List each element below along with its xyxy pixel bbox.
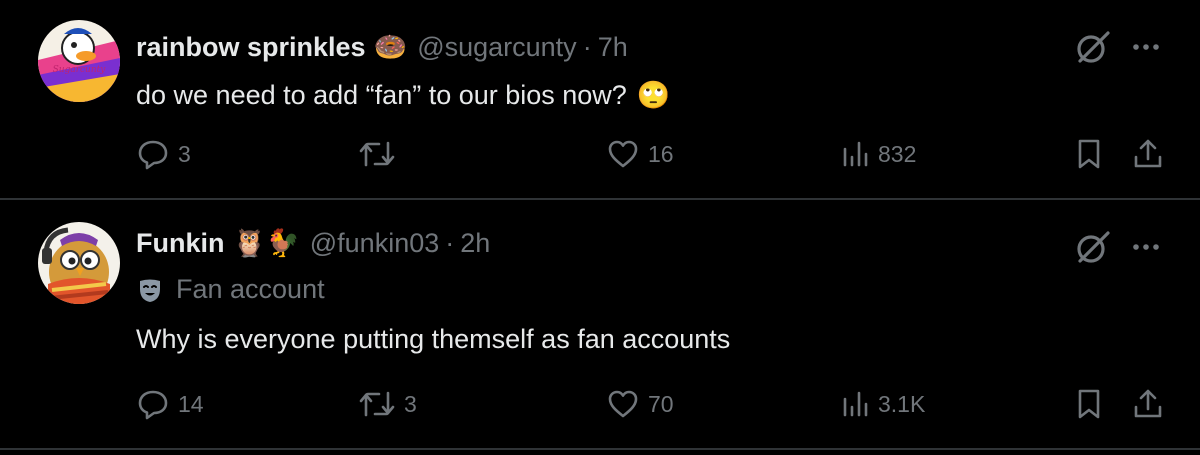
- reply-count: 14: [178, 390, 204, 417]
- svg-text:Sugarcunty: Sugarcunty: [53, 65, 107, 75]
- views-button[interactable]: 832: [840, 134, 916, 174]
- display-name[interactable]: Funkin: [136, 226, 225, 260]
- share-button[interactable]: [1132, 384, 1164, 424]
- repost-icon: [359, 391, 395, 417]
- share-icon: [1134, 389, 1162, 418]
- repost-button[interactable]: 3: [358, 384, 417, 424]
- text-emoji: 🙄: [636, 80, 671, 110]
- handle[interactable]: @sugarcunty: [417, 30, 576, 64]
- bookmark-button[interactable]: [1074, 134, 1104, 174]
- tweet-text-content: Why is everyone putting themself as fan …: [136, 324, 731, 354]
- view-count: 832: [878, 140, 917, 167]
- reply-icon: [138, 390, 168, 420]
- heart-icon: [608, 140, 638, 168]
- name-emoji: 🍩: [373, 32, 408, 62]
- reply-icon: [138, 140, 168, 170]
- tweet-header: rainbow sprinkles 🍩 @sugarcunty · 7h: [136, 30, 628, 64]
- tweet-header: Funkin 🦉🐓 @funkin03 · 2h: [136, 226, 490, 260]
- view-count: 3.1K: [878, 390, 926, 417]
- avatar[interactable]: Sugarcunty: [38, 20, 120, 102]
- repost-button[interactable]: [358, 134, 404, 174]
- name-emoji: 🦉🐓: [232, 228, 300, 258]
- repost-icon: [359, 141, 395, 167]
- bookmark-icon: [1078, 139, 1100, 169]
- timestamp[interactable]: 7h: [598, 30, 628, 64]
- tweet-top-actions: [1072, 26, 1164, 68]
- grok-icon[interactable]: [1072, 26, 1114, 68]
- tweet-text-content: do we need to add “fan” to our bios now?: [136, 80, 627, 110]
- repost-count: 3: [404, 390, 417, 417]
- tweet-text: do we need to add “fan” to our bios now?…: [136, 78, 670, 112]
- heart-icon: [608, 390, 638, 418]
- timestamp[interactable]: 2h: [460, 226, 490, 260]
- views-icon: [843, 391, 868, 417]
- separator-dot: ·: [445, 228, 455, 258]
- display-name[interactable]: rainbow sprinkles: [136, 30, 366, 64]
- like-button[interactable]: 16: [606, 134, 674, 174]
- fan-account-badge[interactable]: Fan account: [136, 274, 325, 305]
- tweet-top-actions: [1072, 226, 1164, 268]
- handle[interactable]: @funkin03: [310, 226, 440, 260]
- share-icon: [1134, 139, 1162, 168]
- more-icon[interactable]: [1128, 29, 1164, 65]
- like-count: 16: [648, 140, 674, 167]
- reply-button[interactable]: 3: [136, 134, 191, 174]
- action-bar: 3 16 832: [136, 134, 1176, 174]
- views-button[interactable]: 3.1K: [840, 384, 925, 424]
- badge-label: Fan account: [176, 274, 325, 304]
- tweet-text: Why is everyone putting themself as fan …: [136, 322, 730, 356]
- reply-button[interactable]: 14: [136, 384, 204, 424]
- theater-mask-icon: [140, 279, 160, 302]
- timeline-feed: Sugarcunty rainbow sprinkles 🍩 @sugarcun…: [0, 0, 1200, 455]
- like-count: 70: [648, 390, 674, 417]
- more-icon[interactable]: [1128, 229, 1164, 265]
- bookmark-button[interactable]: [1074, 384, 1104, 424]
- tweet[interactable]: Sugarcunty rainbow sprinkles 🍩 @sugarcun…: [0, 0, 1200, 200]
- separator-dot: ·: [582, 32, 592, 62]
- grok-icon[interactable]: [1072, 226, 1114, 268]
- reply-count: 3: [178, 140, 191, 167]
- views-icon: [843, 141, 868, 167]
- share-button[interactable]: [1132, 134, 1164, 174]
- avatar[interactable]: [38, 222, 120, 304]
- like-button[interactable]: 70: [606, 384, 674, 424]
- action-bar: 14 3 70 3.1K: [136, 384, 1176, 424]
- tweet[interactable]: Funkin 🦉🐓 @funkin03 · 2h Fan account Why…: [0, 200, 1200, 450]
- bookmark-icon: [1078, 389, 1100, 419]
